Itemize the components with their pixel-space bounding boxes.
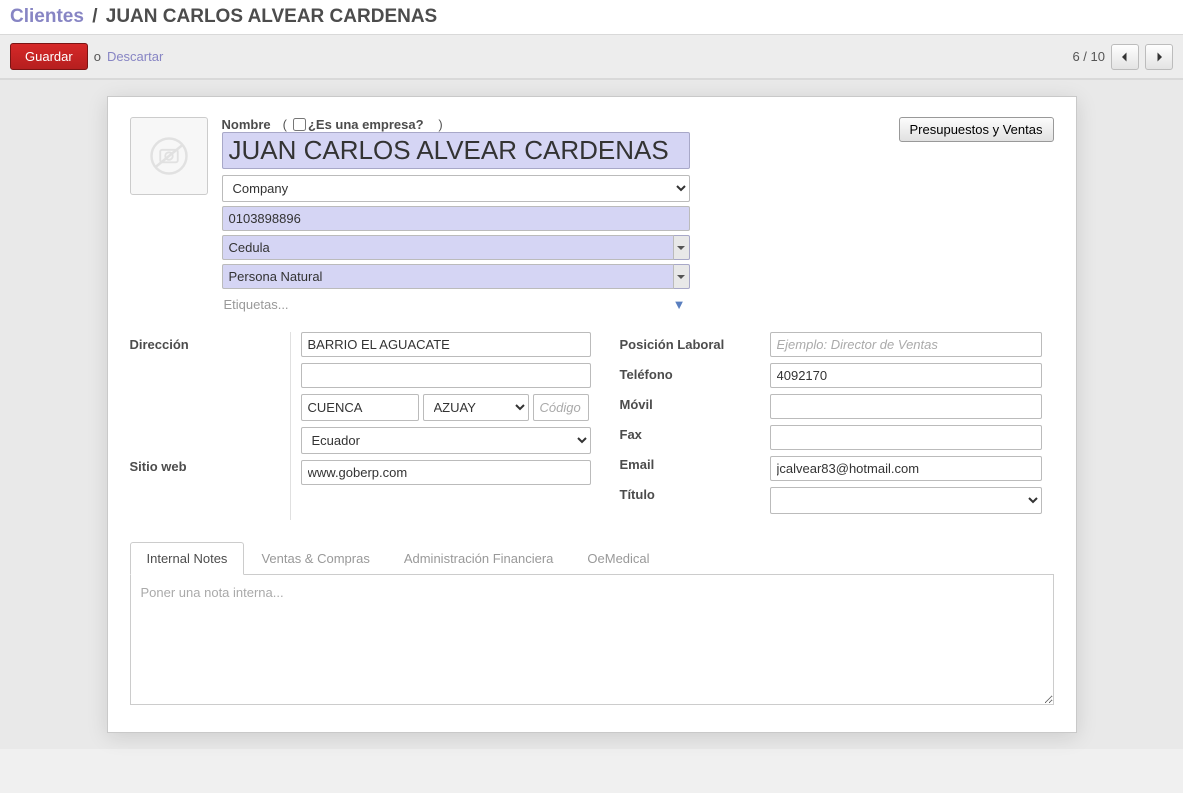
pager-next-button[interactable]: [1145, 44, 1173, 70]
name-input[interactable]: [222, 132, 690, 169]
fax-input[interactable]: [770, 425, 1042, 450]
tags-placeholder: Etiquetas...: [222, 293, 669, 316]
camera-icon: [149, 136, 189, 176]
internal-notes-textarea[interactable]: [130, 575, 1054, 705]
tab-ventas-compras[interactable]: Ventas & Compras: [244, 542, 386, 575]
tags-dropdown-icon[interactable]: ▼: [669, 297, 690, 312]
job-position-input[interactable]: [770, 332, 1042, 357]
tab-internal-notes[interactable]: Internal Notes: [130, 542, 245, 575]
email-label: Email: [620, 452, 760, 472]
mobile-input[interactable]: [770, 394, 1042, 419]
country-select[interactable]: Ecuador: [301, 427, 591, 454]
id-type-dropdown-button[interactable]: [674, 235, 690, 260]
nombre-label: Nombre: [222, 117, 271, 132]
chevron-down-icon: [677, 244, 685, 252]
pager-position: 6 / 10: [1072, 49, 1105, 64]
tab-admin-financiera[interactable]: Administración Financiera: [387, 542, 571, 575]
street-input[interactable]: [301, 332, 591, 357]
tab-oemedical[interactable]: OeMedical: [570, 542, 666, 575]
form-sheet: Nombre ( ¿Es una empresa? ) Company: [107, 96, 1077, 733]
phone-input[interactable]: [770, 363, 1042, 388]
website-label: Sitio web: [130, 454, 290, 474]
breadcrumb-current: JUAN CARLOS ALVEAR CARDENAS: [106, 6, 437, 27]
street2-input[interactable]: [301, 363, 591, 388]
quotes-sales-button[interactable]: Presupuestos y Ventas: [899, 117, 1054, 142]
title-select[interactable]: [770, 487, 1042, 514]
arrow-right-icon: [1153, 51, 1165, 63]
discard-link[interactable]: Descartar: [107, 49, 163, 64]
save-button[interactable]: Guardar: [10, 43, 88, 70]
tags-field[interactable]: Etiquetas... ▼: [222, 293, 690, 316]
direccion-label: Dirección: [130, 332, 290, 352]
fax-label: Fax: [620, 422, 760, 442]
state-select[interactable]: AZUAY: [423, 394, 529, 421]
page-header: Clientes / JUAN CARLOS ALVEAR CARDENAS G…: [0, 0, 1183, 80]
identification-input[interactable]: [222, 206, 690, 231]
tabs: Internal Notes Ventas & Compras Administ…: [130, 542, 1054, 708]
arrow-left-icon: [1119, 51, 1131, 63]
person-type-select[interactable]: [222, 264, 674, 289]
pager: 6 / 10: [1072, 44, 1173, 70]
entity-type-select[interactable]: Company: [222, 175, 690, 202]
action-bar: Guardar o Descartar 6 / 10: [0, 34, 1183, 79]
person-type-dropdown-button[interactable]: [674, 264, 690, 289]
movil-label: Móvil: [620, 392, 760, 412]
zip-input[interactable]: [533, 394, 589, 421]
is-company-checkbox[interactable]: [293, 118, 306, 131]
email-input[interactable]: [770, 456, 1042, 481]
posicion-label: Posición Laboral: [620, 332, 760, 352]
city-input[interactable]: [301, 394, 419, 421]
is-company-label: ¿Es una empresa?: [308, 117, 424, 132]
or-text: o: [94, 49, 101, 64]
breadcrumb-separator: /: [92, 6, 97, 27]
breadcrumb: Clientes / JUAN CARLOS ALVEAR CARDENAS: [0, 0, 1183, 34]
telefono-label: Teléfono: [620, 362, 760, 382]
chevron-down-icon: [677, 273, 685, 281]
avatar[interactable]: [130, 117, 208, 195]
pager-prev-button[interactable]: [1111, 44, 1139, 70]
website-input[interactable]: [301, 460, 591, 485]
titulo-label: Título: [620, 482, 760, 502]
breadcrumb-root[interactable]: Clientes: [10, 6, 84, 27]
id-type-select[interactable]: [222, 235, 674, 260]
